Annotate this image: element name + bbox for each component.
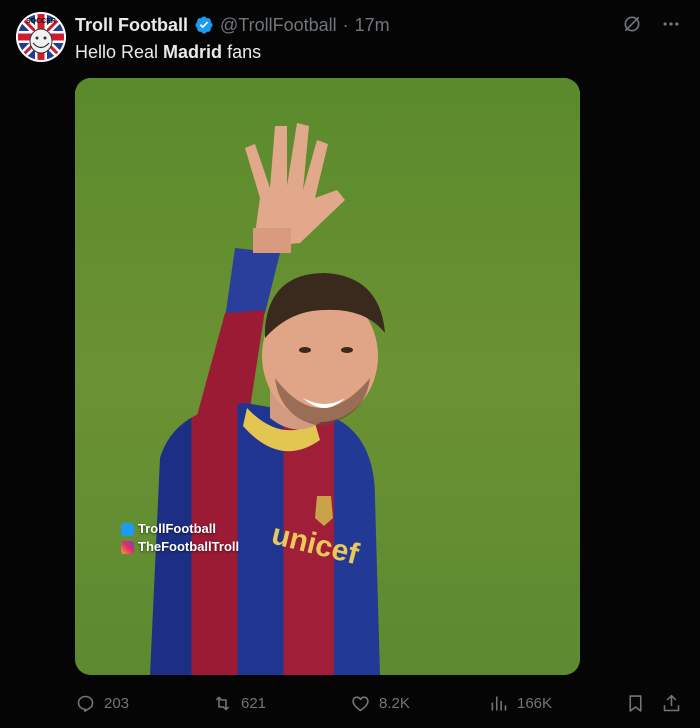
repost-icon — [215, 696, 230, 710]
instagram-icon — [121, 540, 134, 554]
twitter-bird-icon — [121, 522, 134, 536]
watermark-instagram-row: TheFootballTroll — [121, 538, 239, 556]
tweet-action-bar: 203 621 8.2K 166K — [75, 688, 685, 718]
like-icon — [352, 695, 369, 711]
tweet-timestamp[interactable]: 17m — [355, 14, 390, 36]
author-name[interactable]: Troll Football — [75, 14, 188, 36]
tweet-text: Hello Real Madrid fans — [75, 40, 261, 64]
tweet-text-bold: Madrid — [163, 42, 223, 62]
tweet-header: Troll Football @TrollFootball · 17m — [75, 14, 390, 36]
views-icon — [491, 696, 507, 710]
bookmark-icon — [629, 694, 642, 712]
like-count: 8.2K — [379, 694, 410, 712]
bookmark-button[interactable] — [625, 688, 646, 718]
tweet-card: SOCCER Troll Football @TrollFootball · 1… — [0, 0, 700, 728]
like-button[interactable]: 8.2K — [350, 688, 410, 718]
reply-icon — [77, 695, 94, 712]
reply-count: 203 — [104, 694, 130, 712]
image-watermark: TrollFootball TheFootballTroll — [121, 520, 239, 556]
watermark-twitter-text: TrollFootball — [138, 521, 216, 536]
watermark-instagram-text: TheFootballTroll — [138, 539, 240, 554]
tweet-text-after: fans — [222, 42, 262, 62]
grok-icon[interactable] — [622, 14, 642, 34]
reply-button[interactable]: 203 — [75, 688, 129, 718]
header-separator: · — [342, 15, 349, 35]
repost-count: 621 — [241, 694, 267, 712]
verified-badge-icon — [195, 16, 213, 34]
views-button[interactable]: 166K — [488, 688, 552, 718]
avatar-logo-text: SOCCER — [26, 18, 56, 25]
more-icon[interactable] — [660, 14, 682, 34]
union-jack-avatar-icon: SOCCER — [16, 12, 66, 62]
share-button[interactable] — [661, 688, 682, 718]
author-handle[interactable]: @TrollFootball — [220, 14, 337, 36]
repost-button[interactable]: 621 — [212, 688, 266, 718]
watermark-twitter-row: TrollFootball — [121, 520, 239, 538]
views-count: 166K — [517, 694, 553, 712]
tweet-media-image[interactable]: unicef TrollFootball TheFootballTroll — [75, 78, 580, 675]
author-avatar[interactable]: SOCCER — [16, 12, 66, 62]
share-icon — [663, 694, 680, 711]
tweet-text-before: Hello Real — [75, 42, 164, 62]
tweet-top-actions — [622, 14, 682, 34]
footballer-waving-photo: unicef — [75, 78, 580, 675]
